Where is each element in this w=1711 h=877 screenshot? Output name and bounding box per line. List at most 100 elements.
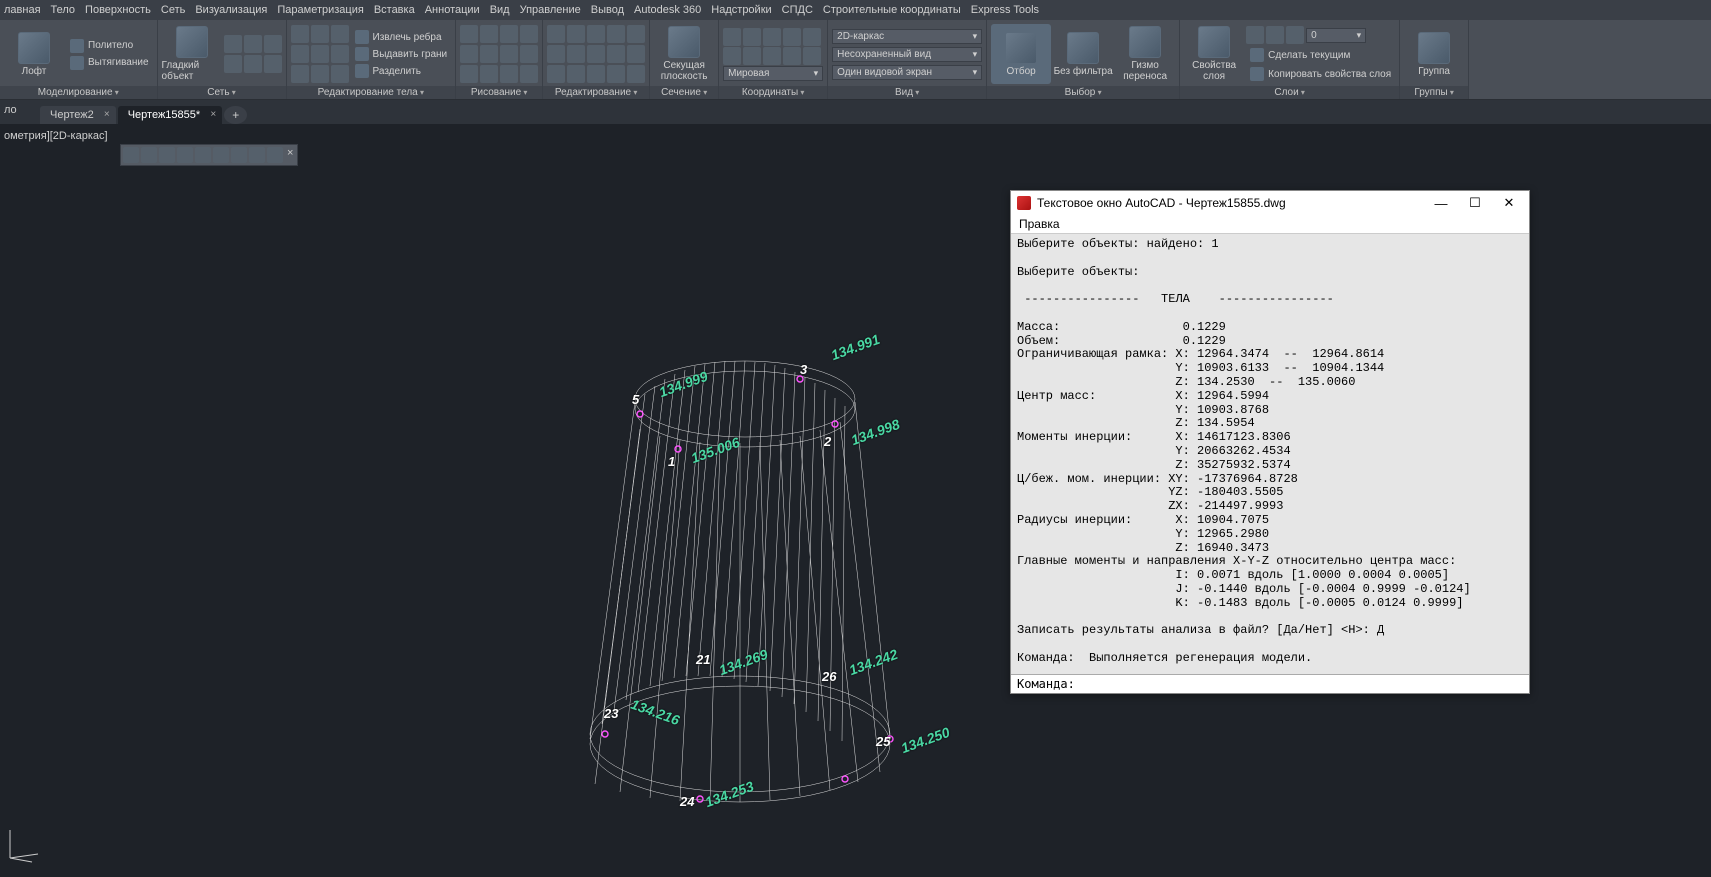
extract-edges-button[interactable]: Извлечь ребра — [351, 29, 452, 45]
scale-icon[interactable] — [627, 25, 645, 43]
tb-tool-icon[interactable] — [267, 147, 283, 163]
mirror-icon[interactable] — [607, 25, 625, 43]
view-preset-dropdown[interactable]: Несохраненный вид — [832, 47, 982, 62]
ucs-tool-icon[interactable] — [803, 47, 821, 65]
edit-tool-icon[interactable] — [627, 65, 645, 83]
polyline-icon[interactable] — [480, 25, 498, 43]
menu-express[interactable]: Express Tools — [971, 4, 1039, 16]
extrude-faces-button[interactable]: Выдавить грани — [351, 46, 452, 62]
viewport-dropdown[interactable]: Один видовой экран — [832, 65, 982, 80]
draw-tool-icon[interactable] — [500, 45, 518, 63]
layer-tool-icon[interactable] — [1286, 26, 1304, 44]
command-input[interactable] — [1079, 677, 1523, 691]
new-drawing-button[interactable]: + — [224, 106, 247, 124]
panel-modeling-label[interactable]: Моделирование — [0, 86, 157, 99]
floating-toolbar[interactable]: × — [120, 144, 298, 166]
edit-tool-icon[interactable] — [331, 65, 349, 83]
draw-tool-icon[interactable] — [520, 45, 538, 63]
arc-icon[interactable] — [520, 25, 538, 43]
make-current-button[interactable]: Сделать текущим — [1246, 47, 1395, 63]
wcs-dropdown[interactable]: Мировая — [723, 66, 823, 81]
text-window[interactable]: Текстовое окно AutoCAD - Чертеж15855.dwg… — [1010, 190, 1530, 694]
menu-a360[interactable]: Autodesk 360 — [634, 4, 701, 16]
text-window-titlebar[interactable]: Текстовое окно AutoCAD - Чертеж15855.dwg… — [1011, 191, 1529, 215]
ucs-tool-icon[interactable] — [743, 28, 761, 46]
trim-icon[interactable] — [547, 45, 565, 63]
edit-tool-icon[interactable] — [331, 25, 349, 43]
draw-tool-icon[interactable] — [480, 65, 498, 83]
ellipse-icon[interactable] — [480, 45, 498, 63]
tb-tool-icon[interactable] — [141, 147, 157, 163]
polysolid-button[interactable]: Политело — [66, 38, 153, 54]
edit-tool-icon[interactable] — [331, 45, 349, 63]
ucs-tool-icon[interactable] — [723, 47, 741, 65]
menu-annotations[interactable]: Аннотации — [425, 4, 480, 16]
command-line[interactable]: Команда: — [1011, 674, 1529, 693]
ucs-tool-icon[interactable] — [763, 28, 781, 46]
menu-insert[interactable]: Вставка — [374, 4, 415, 16]
viewport-label[interactable]: ометрия][2D-каркас] — [4, 130, 108, 142]
menu-parametric[interactable]: Параметризация — [277, 4, 363, 16]
text-window-menu-edit[interactable]: Правка — [1011, 215, 1529, 234]
edit-tool-icon[interactable] — [291, 25, 309, 43]
circle-icon[interactable] — [500, 25, 518, 43]
layer-dropdown[interactable]: 0 — [1306, 28, 1366, 43]
tab-drawing15855[interactable]: Чертеж15855*× — [118, 106, 222, 124]
menu-surface[interactable]: Поверхность — [85, 4, 151, 16]
edit-tool-icon[interactable] — [291, 45, 309, 63]
edit-tool-icon[interactable] — [607, 65, 625, 83]
ucs-tool-icon[interactable] — [743, 47, 761, 65]
tb-tool-icon[interactable] — [249, 147, 265, 163]
tab-drawing2[interactable]: Чертеж2× — [40, 106, 116, 124]
menu-body[interactable]: Тело — [51, 4, 76, 16]
ucs-tool-icon[interactable] — [783, 28, 801, 46]
close-icon[interactable]: × — [104, 109, 110, 120]
mesh-tool-icon[interactable] — [264, 35, 282, 53]
close-icon[interactable]: × — [210, 109, 216, 120]
tb-tool-icon[interactable] — [213, 147, 229, 163]
panel-solid-edit-label[interactable]: Редактирование тела — [287, 86, 456, 99]
extend-icon[interactable] — [567, 45, 585, 63]
menu-manage[interactable]: Управление — [520, 4, 581, 16]
text-window-output[interactable]: Выберите объекты: найдено: 1 Выберите об… — [1011, 234, 1529, 674]
gizmo-button[interactable]: Гизмо переноса — [1115, 24, 1175, 84]
menu-mesh[interactable]: Сеть — [161, 4, 185, 16]
panel-layers-label[interactable]: Слои — [1180, 86, 1399, 99]
loft-button[interactable]: Лофт — [4, 24, 64, 84]
menu-main[interactable]: лавная — [4, 4, 41, 16]
ucs-tool-icon[interactable] — [723, 28, 741, 46]
edit-tool-icon[interactable] — [311, 65, 329, 83]
panel-groups-label[interactable]: Группы — [1400, 86, 1468, 99]
panel-mesh-label[interactable]: Сеть — [158, 86, 286, 99]
toolbar-close-icon[interactable]: × — [285, 147, 295, 163]
smooth-object-button[interactable]: Гладкий объект — [162, 24, 222, 84]
line-icon[interactable] — [460, 25, 478, 43]
ucs-tool-icon[interactable] — [763, 47, 781, 65]
panel-coords-label[interactable]: Координаты — [719, 86, 827, 99]
filter-select-button[interactable]: Отбор — [991, 24, 1051, 84]
ucs-tool-icon[interactable] — [803, 28, 821, 46]
edit-tool-icon[interactable] — [311, 45, 329, 63]
panel-view-label[interactable]: Вид — [828, 86, 986, 99]
panel-editing-label[interactable]: Редактирование — [543, 86, 649, 99]
panel-drawing-label[interactable]: Рисование — [456, 86, 542, 99]
menu-view[interactable]: Вид — [490, 4, 510, 16]
rect-icon[interactable] — [460, 45, 478, 63]
draw-tool-icon[interactable] — [500, 65, 518, 83]
group-button[interactable]: Группа — [1404, 24, 1464, 84]
edit-tool-icon[interactable] — [291, 65, 309, 83]
layer-tool-icon[interactable] — [1246, 26, 1264, 44]
mesh-tool-icon[interactable] — [244, 35, 262, 53]
copy-layer-props-button[interactable]: Копировать свойства слоя — [1246, 66, 1395, 82]
fillet-icon[interactable] — [587, 45, 605, 63]
tb-tool-icon[interactable] — [123, 147, 139, 163]
tb-tool-icon[interactable] — [195, 147, 211, 163]
no-filter-button[interactable]: Без фильтра — [1053, 24, 1113, 84]
rotate-icon[interactable] — [587, 25, 605, 43]
minimize-button[interactable]: — — [1427, 196, 1455, 211]
edit-tool-icon[interactable] — [567, 65, 585, 83]
layer-tool-icon[interactable] — [1266, 26, 1284, 44]
mesh-tool-icon[interactable] — [264, 55, 282, 73]
mesh-tool-icon[interactable] — [244, 55, 262, 73]
layer-props-button[interactable]: Свойства слоя — [1184, 24, 1244, 84]
